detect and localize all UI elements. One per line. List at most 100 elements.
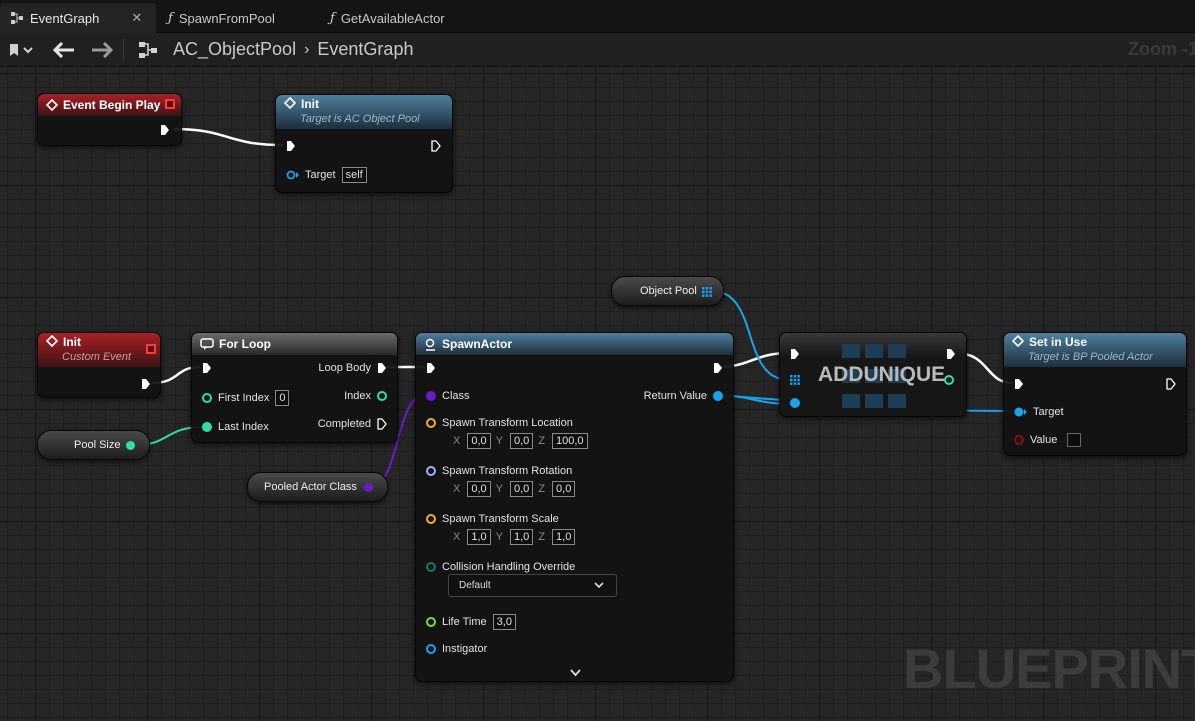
forward-button[interactable] — [86, 33, 118, 67]
node-header: Event Begin Play — [38, 94, 181, 116]
pin-label: Target — [305, 169, 336, 181]
location-x-field[interactable]: 0,0 — [467, 433, 491, 449]
node-title: For Loop — [219, 337, 271, 351]
back-button[interactable] — [48, 33, 80, 67]
add-unique-node[interactable]: ADDUNIQUE — [779, 332, 967, 417]
spawn-location-pin[interactable]: Spawn Transform Location X 0,0 Y 0,0 Z 100,… — [426, 417, 588, 449]
exec-in-pin[interactable] — [790, 348, 800, 360]
arrow-left-icon — [53, 42, 74, 58]
exec-in-pin[interactable] — [1014, 378, 1024, 390]
pin-label: Instigator — [442, 643, 488, 655]
spawn-rotation-pin[interactable]: Spawn Transform Rotation X 0,0 Y 0,0 Z 0,0 — [426, 465, 576, 497]
object-pool-variable-node[interactable]: Object Pool — [611, 276, 724, 306]
node-title: Event Begin Play — [63, 98, 161, 112]
init-custom-event-node[interactable]: Init Custom Event — [37, 332, 161, 398]
bookmark-icon — [10, 44, 33, 56]
rotation-z-field[interactable]: 0,0 — [552, 481, 576, 497]
last-index-pin[interactable]: Last Index — [202, 421, 269, 433]
pooled-actor-class-variable-node[interactable]: Pooled Actor Class — [247, 472, 388, 502]
array-pin-icon[interactable] — [702, 287, 712, 297]
graph-toolbar: AC_ObjectPool › EventGraph Zoom -1 — [0, 33, 1195, 67]
spawn-icon — [425, 338, 435, 351]
exec-in-pin[interactable] — [426, 362, 436, 374]
collision-handling-select[interactable]: Default — [448, 574, 617, 597]
array-in-pin-icon[interactable] — [790, 375, 800, 385]
blueprint-watermark: BLUEPRINT — [903, 637, 1195, 700]
scale-z-field[interactable]: 1,0 — [552, 529, 576, 545]
delegate-pin[interactable] — [146, 344, 156, 354]
completed-pin[interactable]: Completed — [318, 418, 387, 430]
node-title: ADDUNIQUE — [818, 363, 946, 386]
node-header: Init Custom Event — [38, 333, 160, 367]
exec-in-pin[interactable] — [202, 362, 212, 374]
pin-label: Loop Body — [318, 362, 371, 374]
exec-out-pin[interactable] — [141, 378, 151, 390]
scale-x-field[interactable]: 1,0 — [467, 529, 491, 545]
integer-out-pin[interactable] — [126, 440, 135, 450]
pool-size-variable-node[interactable]: Pool Size — [37, 430, 150, 460]
exec-in-pin[interactable] — [286, 140, 296, 152]
pin-label: Target — [1033, 406, 1064, 418]
arrow-right-icon — [92, 42, 113, 58]
index-pin[interactable]: Index — [344, 390, 387, 402]
rotation-x-field[interactable]: 0,0 — [467, 481, 491, 497]
exec-out-pin[interactable] — [1166, 378, 1176, 390]
first-index-pin[interactable]: First Index 0 — [202, 390, 290, 406]
pin-label: Life Time — [442, 616, 487, 628]
exec-out-pin[interactable] — [713, 362, 723, 374]
breadcrumb: AC_ObjectPool › EventGraph — [173, 39, 413, 60]
node-header: SpawnActor — [416, 333, 733, 355]
tab-eventgraph[interactable]: EventGraph ✕ — [0, 3, 156, 33]
instigator-pin[interactable]: Instigator — [426, 643, 487, 655]
set-in-use-node[interactable]: Set in Use Target is BP Pooled Actor Tar… — [1003, 332, 1187, 456]
breadcrumb-blueprint[interactable]: AC_ObjectPool — [173, 39, 296, 60]
class-out-pin[interactable] — [364, 482, 373, 492]
spawn-scale-pin[interactable]: Spawn Transform Scale X 1,0 Y 1,0 Z 1,0 — [426, 513, 576, 545]
value-checkbox[interactable] — [1067, 433, 1082, 447]
target-pin[interactable]: Target self — [286, 167, 367, 183]
node-header: For Loop — [192, 333, 397, 355]
class-pin[interactable]: Class — [426, 390, 470, 402]
function-icon: ƒ — [168, 10, 173, 26]
expand-advanced-chevron-icon[interactable] — [570, 669, 581, 677]
pin-label: Completed — [317, 418, 371, 430]
location-y-field[interactable]: 0,0 — [509, 433, 534, 449]
life-time-pin[interactable]: Life Time 3,0 — [426, 614, 516, 630]
close-tab-icon[interactable]: ✕ — [131, 10, 142, 26]
exec-out-pin[interactable] — [431, 140, 441, 152]
loop-body-pin[interactable]: Loop Body — [318, 362, 387, 374]
scale-y-field[interactable]: 1,0 — [509, 529, 534, 545]
return-value-pin[interactable]: Return Value — [644, 390, 723, 402]
graph-icon — [132, 33, 164, 67]
function-call-icon — [284, 97, 296, 109]
value-pin[interactable]: Value — [1014, 433, 1082, 447]
function-call-icon — [1012, 335, 1024, 347]
location-z-field[interactable]: 100,0 — [552, 433, 588, 449]
exec-out-pin[interactable] — [160, 124, 170, 136]
index-out-pin[interactable] — [944, 375, 954, 385]
tab-label: SpawnFromPool — [178, 10, 275, 26]
item-in-pin[interactable] — [790, 398, 800, 408]
event-begin-play-node[interactable]: Event Begin Play — [37, 93, 182, 146]
breadcrumb-graph[interactable]: EventGraph — [317, 39, 413, 60]
tab-spawnfrompool[interactable]: ƒ SpawnFromPool — [158, 3, 285, 33]
first-index-value[interactable]: 0 — [275, 390, 290, 406]
rotation-y-field[interactable]: 0,0 — [509, 481, 534, 497]
exec-out-pin[interactable] — [946, 348, 956, 360]
target-default-value[interactable]: self — [341, 167, 367, 183]
for-loop-node[interactable]: For Loop First Index 0 Last Index Loop B… — [191, 332, 398, 443]
delegate-pin[interactable] — [165, 99, 175, 109]
graph-icon — [11, 12, 23, 24]
target-pin[interactable]: Target — [1014, 406, 1064, 418]
collision-override-pin[interactable]: Collision Handling Override — [426, 561, 575, 573]
init-function-node[interactable]: Init Target is AC Object Pool Target sel… — [275, 94, 453, 193]
pin-label: Return Value — [643, 390, 707, 402]
spawn-actor-node[interactable]: SpawnActor Class Return Value Spawn Tran… — [415, 332, 734, 682]
bookmark-dropdown-button[interactable] — [0, 33, 40, 67]
tab-getavailableactor[interactable]: ƒ GetAvailableActor — [320, 3, 455, 33]
pin-label: Spawn Transform Scale — [442, 513, 559, 525]
life-time-value[interactable]: 3,0 — [492, 614, 516, 630]
node-header: Set in Use Target is BP Pooled Actor — [1004, 333, 1186, 367]
node-title: SpawnActor — [442, 337, 513, 351]
pin-label: Spawn Transform Rotation — [442, 465, 573, 477]
